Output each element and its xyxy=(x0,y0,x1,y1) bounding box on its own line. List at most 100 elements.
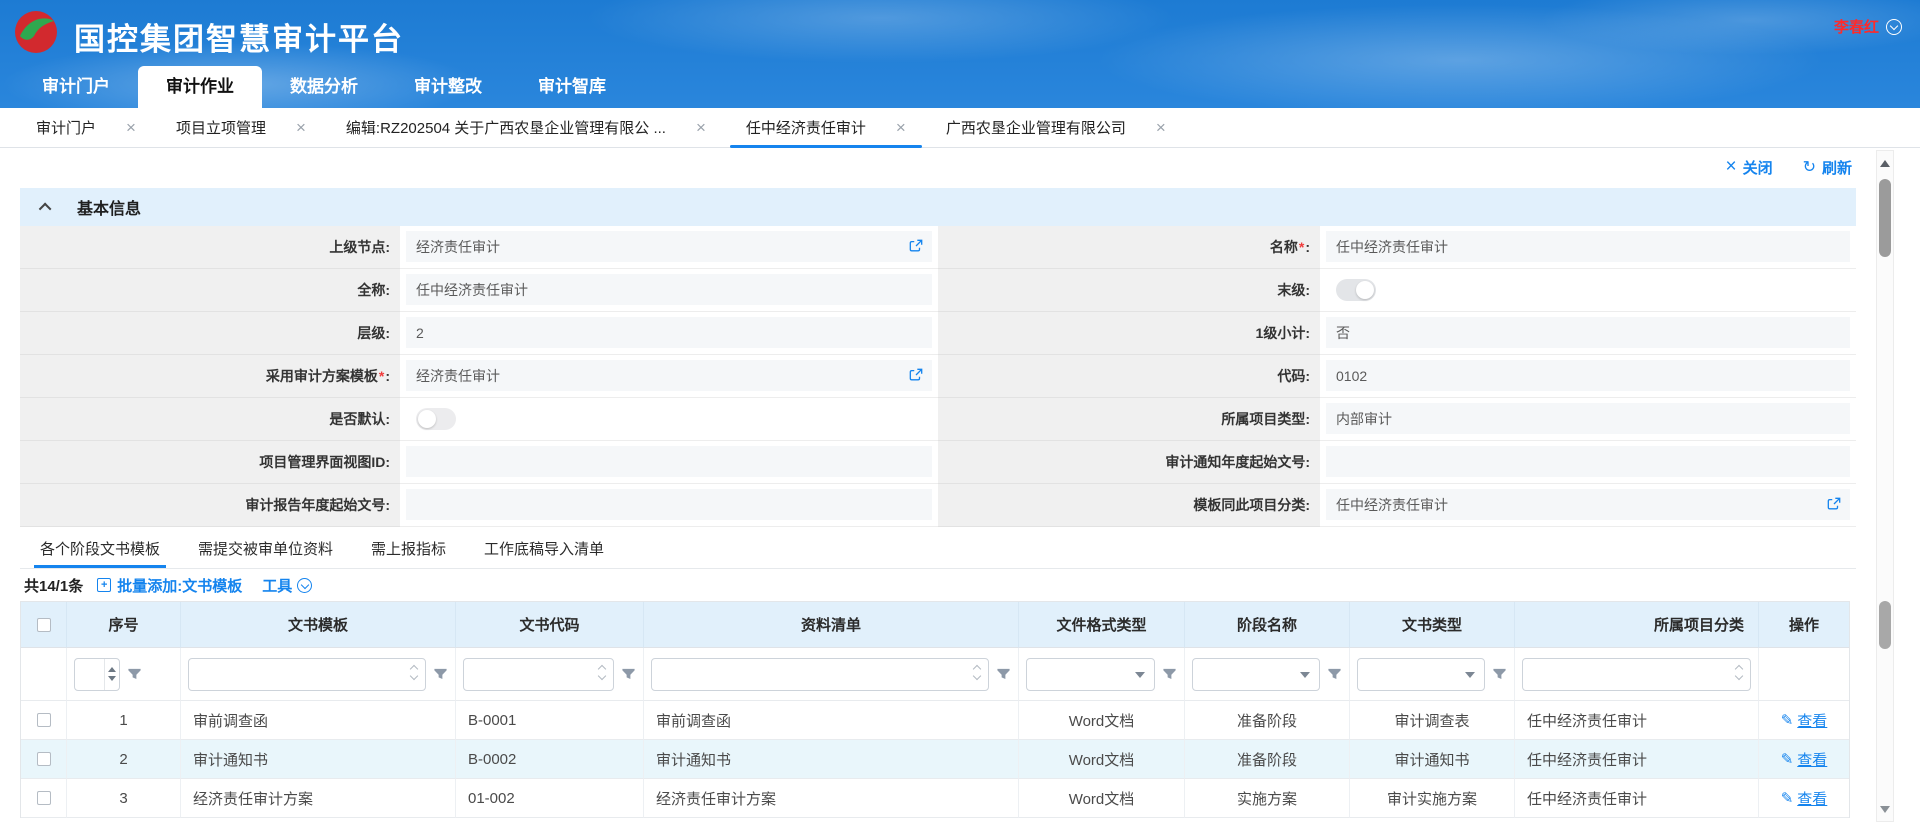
row-checkbox[interactable] xyxy=(37,752,51,766)
tab-workpaper-import[interactable]: 工作底稿导入清单 xyxy=(484,534,604,568)
tab-label: 审计门户 xyxy=(36,117,96,138)
external-link-icon[interactable] xyxy=(909,239,923,253)
scrollbar-thumb-inner[interactable] xyxy=(1879,601,1891,649)
add-icon xyxy=(97,578,111,592)
doc-type-filter-select[interactable] xyxy=(1357,658,1485,691)
project-category-filter-input[interactable] xyxy=(1522,658,1751,691)
filter-funnel-icon[interactable] xyxy=(1162,667,1177,682)
filter-funnel-icon[interactable] xyxy=(1492,667,1507,682)
cell-file-format: Word文档 xyxy=(1019,779,1185,818)
tab-report-indicators[interactable]: 需上报指标 xyxy=(371,534,446,568)
row-checkbox[interactable] xyxy=(37,713,51,727)
tools-button[interactable]: 工具 xyxy=(262,575,312,596)
column-header-stage[interactable]: 阶段名称 xyxy=(1185,602,1350,648)
view-link[interactable]: 查看 xyxy=(1781,788,1828,809)
filter-funnel-icon[interactable] xyxy=(996,667,1011,682)
filter-cell-doc-template xyxy=(181,648,456,701)
nav-item-audit-library[interactable]: 审计智库 xyxy=(510,66,634,108)
refresh-button[interactable]: 刷新 xyxy=(1803,157,1852,178)
table-row[interactable]: 1 审前调查函 B-0001 审前调查函 Word文档 准备阶段 审计调查表 任… xyxy=(21,701,1849,740)
field-value-input[interactable]: 内部审计 xyxy=(1326,403,1850,434)
field-value-input[interactable]: 否 xyxy=(1326,317,1850,348)
leaf-toggle[interactable] xyxy=(1336,279,1376,301)
field-view-id xyxy=(400,441,938,484)
field-value-picker[interactable]: 经济责任审计 xyxy=(406,360,932,391)
field-template-category: 任中经济责任审计 xyxy=(1320,484,1856,527)
nav-item-audit-portal[interactable]: 审计门户 xyxy=(14,66,138,108)
field-value-picker[interactable]: 经济责任审计 xyxy=(406,231,932,262)
doc-template-filter-input[interactable] xyxy=(188,658,426,691)
user-menu[interactable]: 李春红 xyxy=(1834,16,1902,37)
column-header-doc-template[interactable]: 文书模板 xyxy=(181,602,456,648)
table-row[interactable]: 2 审计通知书 B-0002 审计通知书 Word文档 准备阶段 审计通知书 任… xyxy=(21,740,1849,779)
filter-cell-doc-code xyxy=(456,648,644,701)
vertical-scrollbar[interactable] xyxy=(1876,150,1894,822)
close-button[interactable]: 关闭 xyxy=(1725,156,1772,178)
tab-close-icon[interactable] xyxy=(126,119,136,136)
nav-item-data-analysis[interactable]: 数据分析 xyxy=(262,66,386,108)
stage-filter-select[interactable] xyxy=(1192,658,1320,691)
column-header-project-category[interactable]: 所属项目分类 xyxy=(1515,602,1759,648)
doc-code-filter-input[interactable] xyxy=(463,658,614,691)
page-tab-incumbent-audit[interactable]: 任中经济责任审计 xyxy=(726,108,926,147)
column-header-doc-type[interactable]: 文书类型 xyxy=(1350,602,1515,648)
tab-label: 任中经济责任审计 xyxy=(746,117,866,138)
batch-add-button[interactable]: 批量添加:文书模板 xyxy=(97,575,242,596)
filter-funnel-icon[interactable] xyxy=(433,667,448,682)
field-value-picker[interactable]: 任中经济责任审计 xyxy=(1326,489,1850,520)
select-all-checkbox[interactable] xyxy=(37,618,51,632)
cell-actions: 查看 xyxy=(1759,701,1849,740)
tab-close-icon[interactable] xyxy=(296,119,306,136)
number-spinner[interactable] xyxy=(104,659,119,690)
scroll-up-icon[interactable] xyxy=(1877,155,1893,171)
material-list-filter-input[interactable] xyxy=(651,658,989,691)
scroll-down-icon[interactable] xyxy=(1877,801,1893,817)
tab-required-materials[interactable]: 需提交被审单位资料 xyxy=(198,534,333,568)
field-value-input[interactable]: 0102 xyxy=(1326,360,1850,391)
basic-info-section-header[interactable]: 基本信息 xyxy=(20,188,1856,226)
tab-close-icon[interactable] xyxy=(696,119,706,136)
scrollbar-thumb[interactable] xyxy=(1879,179,1891,257)
nav-item-audit-rectify[interactable]: 审计整改 xyxy=(386,66,510,108)
page-tab-edit-rz202504[interactable]: 编辑:RZ202504 关于广西农垦企业管理有限公 ... xyxy=(326,108,726,147)
spinner-up-icon xyxy=(108,667,116,672)
detail-tabs: 各个阶段文书模板 需提交被审单位资料 需上报指标 工作底稿导入清单 xyxy=(20,534,1856,569)
cell-stage: 准备阶段 xyxy=(1185,701,1350,740)
tab-close-icon[interactable] xyxy=(1156,119,1166,136)
field-value-input[interactable] xyxy=(1326,446,1850,477)
external-link-icon[interactable] xyxy=(1827,497,1841,511)
tab-close-icon[interactable] xyxy=(896,119,906,136)
field-value-input[interactable]: 任中经济责任审计 xyxy=(1326,231,1850,262)
filter-funnel-icon[interactable] xyxy=(621,667,636,682)
seq-filter-input[interactable] xyxy=(74,658,120,691)
field-value-input[interactable]: 任中经济责任审计 xyxy=(406,274,932,305)
filter-funnel-icon[interactable] xyxy=(1327,667,1342,682)
column-header-seq[interactable]: 序号 xyxy=(67,602,181,648)
field-value-input[interactable]: 2 xyxy=(406,317,932,348)
tab-stage-doc-templates[interactable]: 各个阶段文书模板 xyxy=(40,534,160,568)
field-value-input[interactable] xyxy=(406,489,932,520)
page-tab-audit-portal[interactable]: 审计门户 xyxy=(16,108,156,147)
cell-actions: 查看 xyxy=(1759,779,1849,818)
page-tab-project-setup[interactable]: 项目立项管理 xyxy=(156,108,326,147)
filter-funnel-icon[interactable] xyxy=(127,667,142,682)
nav-item-audit-work[interactable]: 审计作业 xyxy=(138,66,262,108)
column-header-doc-code[interactable]: 文书代码 xyxy=(456,602,644,648)
file-format-filter-select[interactable] xyxy=(1026,658,1155,691)
view-link[interactable]: 查看 xyxy=(1781,749,1828,770)
field-label-parent-node: 上级节点 xyxy=(20,226,400,269)
tab-label: 项目立项管理 xyxy=(176,117,266,138)
dropdown-arrow-icon xyxy=(1135,672,1145,678)
field-value-input[interactable] xyxy=(406,446,932,477)
view-link[interactable]: 查看 xyxy=(1781,710,1828,731)
column-header-file-format[interactable]: 文件格式类型 xyxy=(1019,602,1185,648)
column-header-material-list[interactable]: 资料清单 xyxy=(644,602,1019,648)
default-toggle[interactable] xyxy=(416,408,456,430)
table-row[interactable]: 3 经济责任审计方案 01-002 经济责任审计方案 Word文档 实施方案 审… xyxy=(21,779,1849,818)
grid-header-row: 序号 文书模板 文书代码 资料清单 文件格式类型 阶段名称 文书类型 所属项目分… xyxy=(21,602,1849,648)
row-checkbox[interactable] xyxy=(37,791,51,805)
field-is-default xyxy=(400,398,938,441)
page-tab-guangxi-company[interactable]: 广西农垦企业管理有限公司 xyxy=(926,108,1186,147)
external-link-icon[interactable] xyxy=(909,368,923,382)
collapse-chevron-icon[interactable] xyxy=(39,202,52,215)
